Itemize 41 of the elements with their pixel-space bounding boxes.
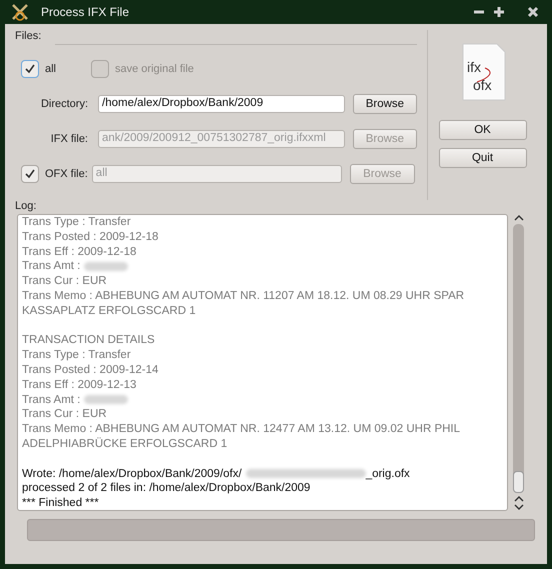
scroll-up-icon[interactable] xyxy=(514,214,524,222)
close-icon[interactable] xyxy=(527,6,539,18)
log-line: Trans Cur : EUR xyxy=(22,274,107,289)
field-label: Directory: xyxy=(40,98,88,110)
log-line: Trans Eff : 2009-12-18 xyxy=(22,244,136,260)
log-line: Trans Eff : 2009-12-13 xyxy=(22,378,136,393)
window-title: Process IFX File xyxy=(41,5,130,19)
all-checkbox[interactable] xyxy=(21,60,39,78)
maximize-icon[interactable] xyxy=(493,6,505,18)
log-line: ADELPHIABRÜCKE ERFOLGSCARD 1 xyxy=(22,436,228,452)
group-label: Files: xyxy=(15,30,42,42)
browse-button[interactable]: Browse xyxy=(352,94,417,114)
log-line: Trans Posted : 2009-12-14 xyxy=(22,362,158,378)
log-line: TRANSACTION DETAILS xyxy=(22,333,155,348)
log-line: Trans Amt : xyxy=(22,392,80,408)
app-logo-icon xyxy=(11,3,29,21)
log-line: KASSAPLATZ ERFOLGSCARD 1 xyxy=(22,304,196,319)
scroll-up-icon[interactable] xyxy=(514,495,524,503)
log-line: Trans Cur : EUR xyxy=(22,407,107,422)
log-line: Trans Amt : xyxy=(22,259,80,274)
check-icon xyxy=(24,62,36,74)
log-line: _orig.ofx xyxy=(366,466,410,482)
path-field[interactable]: /home/alex/Dropbox/Bank/2009 xyxy=(98,94,345,112)
log-line: Trans Posted : 2009-12-18 xyxy=(22,230,158,245)
dialog-button[interactable]: Quit xyxy=(438,148,526,168)
log-line: Trans Type : Transfer xyxy=(22,215,131,230)
scroll-down-icon[interactable] xyxy=(514,503,524,511)
field-label: OFX file: xyxy=(45,168,88,180)
checkbox-label: save original file xyxy=(115,62,194,74)
check-icon xyxy=(24,168,36,180)
log-line: Trans Memo : ABHEBUNG AM AUTOMAT NR. 12477 AM 13.12. UM 09.02 UHR PHIL xyxy=(22,422,460,437)
log-line: Trans Type : Transfer xyxy=(22,348,131,363)
scrollbar-thumb[interactable] xyxy=(513,471,524,493)
log-line: Wrote: /home/alex/Dropbox/Bank/2009/ofx/ xyxy=(22,466,242,482)
log-line: Trans Memo : ABHEBUNG AM AUTOMAT NR. 11207 AM 18.12. UM 08.29 UHR SPAR xyxy=(22,288,464,304)
dialog-button[interactable]: OK xyxy=(438,120,526,140)
log-line: processed 2 of 2 files in: /home/alex/Dropbox/Bank/2009 xyxy=(22,481,310,496)
group-label: Log: xyxy=(15,200,38,212)
log-line: *** Finished *** xyxy=(22,496,99,510)
field-label: IFX file: xyxy=(50,132,88,144)
checkbox-label: all xyxy=(45,62,58,74)
